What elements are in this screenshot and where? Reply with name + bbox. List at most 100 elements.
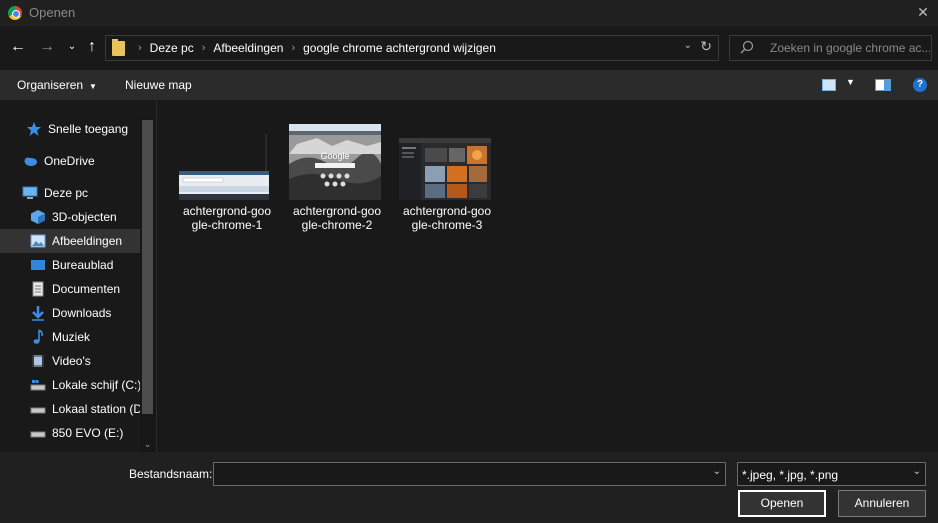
- cancel-button[interactable]: Annuleren: [838, 490, 926, 517]
- file-name: achtergrond-goo gle-chrome-1: [177, 204, 277, 232]
- address-bar[interactable]: › Deze pc › Afbeeldingen › google chrome…: [105, 35, 719, 61]
- breadcrumb-separator-icon[interactable]: ›: [291, 42, 295, 54]
- refresh-icon[interactable]: ↻: [700, 38, 712, 55]
- desktop-icon: [30, 257, 46, 273]
- file-type-value: *.jpeg, *.jpg, *.png: [742, 468, 839, 482]
- sidebar-item-documenten[interactable]: Documenten: [0, 277, 140, 301]
- address-dropdown-chevron-icon[interactable]: ⌄: [684, 40, 692, 51]
- breadcrumb-afbeeldingen[interactable]: Afbeeldingen: [213, 41, 283, 55]
- file-name: achtergrond-goo gle-chrome-3: [397, 204, 497, 232]
- sidebar-item-label: Snelle toegang: [48, 122, 129, 136]
- sidebar-item-snelle-toegang[interactable]: Snelle toegang: [0, 117, 140, 141]
- file-name-line: achtergrond-goo: [182, 204, 272, 218]
- folder-icon: [112, 39, 125, 56]
- computer-icon: [22, 185, 38, 201]
- up-arrow-icon[interactable]: ↑: [82, 36, 102, 60]
- new-folder-button[interactable]: Nieuwe map: [125, 78, 192, 92]
- close-button[interactable]: ✕: [908, 0, 938, 26]
- sidebar-item-lokaal-station-d[interactable]: Lokaal station (D: [0, 397, 140, 421]
- forward-arrow-icon[interactable]: →: [37, 36, 57, 60]
- view-options-caret-icon[interactable]: ▼: [846, 77, 855, 87]
- filename-label: Bestandsnaam:: [129, 467, 213, 481]
- sidebar-item-label: OneDrive: [44, 154, 95, 168]
- sidebar-item-label: Lokaal station (D: [52, 402, 140, 416]
- back-arrow-icon[interactable]: ←: [8, 36, 28, 60]
- sidebar-item-onedrive[interactable]: OneDrive: [0, 149, 140, 173]
- sidebar-item-label: Video's: [52, 354, 91, 368]
- sidebar-item-label: Lokale schijf (C:): [52, 378, 140, 392]
- file-thumbnail: Google: [287, 124, 387, 200]
- chevron-down-icon[interactable]: ⌄: [913, 466, 921, 477]
- sidebar-item-label: Documenten: [52, 282, 121, 296]
- star-icon: [26, 121, 42, 137]
- file-name-line: achtergrond-goo: [402, 204, 492, 218]
- breadcrumb-separator-icon[interactable]: ›: [138, 42, 142, 54]
- download-icon: [30, 305, 46, 321]
- sidebar-item-label: 850 EVO (E:): [52, 426, 124, 440]
- sidebar-item-label: 3D-objecten: [52, 210, 117, 224]
- file-thumbnail: [397, 124, 497, 200]
- drive-icon: [30, 425, 46, 441]
- help-icon[interactable]: ?: [913, 78, 927, 92]
- breadcrumb-current-folder[interactable]: google chrome achtergrond wijzigen: [303, 41, 496, 55]
- file-item[interactable]: Google achtergrond-goo gle-chrome-2: [287, 124, 387, 232]
- sidebar-item-label: Deze pc: [44, 186, 89, 200]
- sidebar-item-label: Bureaublad: [52, 258, 114, 272]
- drive-icon: [30, 401, 46, 417]
- open-button[interactable]: Openen: [738, 490, 826, 517]
- change-view-icon[interactable]: [822, 79, 836, 91]
- document-icon: [30, 281, 46, 297]
- command-toolbar: Organiseren ▼ Nieuwe map ▼ ?: [0, 70, 938, 100]
- sidebar-item-label: Muziek: [52, 330, 91, 344]
- file-item[interactable]: achtergrond-goo gle-chrome-3: [397, 124, 497, 232]
- chevron-down-icon[interactable]: ⌄: [713, 466, 721, 477]
- sidebar-item-3d-objecten[interactable]: 3D-objecten: [0, 205, 140, 229]
- search-icon: [740, 40, 754, 54]
- music-icon: [30, 329, 46, 345]
- navigation-pane: Snelle toegang OneDrive Deze pc 3D-objec…: [0, 100, 156, 452]
- file-name-line: gle-chrome-3: [411, 218, 483, 232]
- video-icon: [30, 353, 46, 369]
- sidebar-item-850-evo-e[interactable]: 850 EVO (E:): [0, 421, 140, 445]
- sidebar-item-deze-pc[interactable]: Deze pc: [0, 181, 140, 205]
- title-bar: Openen ✕: [0, 0, 938, 26]
- file-name-line: gle-chrome-1: [191, 218, 263, 232]
- scroll-down-arrow-icon[interactable]: ⌄: [140, 436, 155, 452]
- pictures-icon: [30, 233, 46, 249]
- sidebar-item-muziek[interactable]: Muziek: [0, 325, 140, 349]
- file-item[interactable]: achtergrond-goo gle-chrome-1: [177, 124, 277, 232]
- file-name-line: achtergrond-goo: [292, 204, 382, 218]
- cloud-icon: [22, 153, 38, 169]
- search-box[interactable]: Zoeken in google chrome ac...: [729, 35, 932, 61]
- organize-label: Organiseren: [17, 78, 84, 92]
- breadcrumb: › Deze pc › Afbeeldingen › google chrome…: [130, 36, 496, 60]
- chrome-icon: [8, 6, 22, 20]
- cube-icon: [30, 209, 46, 225]
- file-list: achtergrond-goo gle-chrome-1 Google achte…: [157, 100, 938, 452]
- filename-field[interactable]: ⌄: [213, 462, 726, 486]
- file-type-select[interactable]: *.jpeg, *.jpg, *.png ⌄: [737, 462, 926, 486]
- recent-locations-chevron-icon[interactable]: ⌄: [62, 36, 82, 60]
- sidebar-scrollbar[interactable]: ⌄: [140, 118, 155, 452]
- sidebar-item-videos[interactable]: Video's: [0, 349, 140, 373]
- file-name-panel: Bestandsnaam: ⌄ *.jpeg, *.jpg, *.png ⌄ O…: [0, 452, 938, 523]
- thumbnail-google-text: Google: [320, 151, 349, 161]
- preview-pane-icon[interactable]: [875, 79, 891, 91]
- sidebar-item-downloads[interactable]: Downloads: [0, 301, 140, 325]
- window-title: Openen: [29, 5, 76, 20]
- breadcrumb-deze-pc[interactable]: Deze pc: [150, 41, 194, 55]
- caret-down-icon: ▼: [89, 82, 97, 91]
- navigation-bar: ← → ⌄ ↑ › Deze pc › Afbeeldingen › googl…: [0, 26, 938, 70]
- sidebar-item-afbeeldingen[interactable]: Afbeeldingen: [0, 229, 140, 253]
- file-thumbnail: [177, 124, 277, 200]
- drive-c-icon: [30, 377, 46, 393]
- scrollbar-thumb[interactable]: [142, 120, 153, 414]
- sidebar-item-bureaublad[interactable]: Bureaublad: [0, 253, 140, 277]
- file-name: achtergrond-goo gle-chrome-2: [287, 204, 387, 232]
- search-input[interactable]: Zoeken in google chrome ac...: [770, 41, 930, 55]
- sidebar-item-label: Afbeeldingen: [52, 234, 123, 248]
- breadcrumb-separator-icon[interactable]: ›: [202, 42, 206, 54]
- organize-button[interactable]: Organiseren ▼: [17, 78, 97, 92]
- file-name-line: gle-chrome-2: [301, 218, 373, 232]
- sidebar-item-lokale-schijf-c[interactable]: Lokale schijf (C:): [0, 373, 140, 397]
